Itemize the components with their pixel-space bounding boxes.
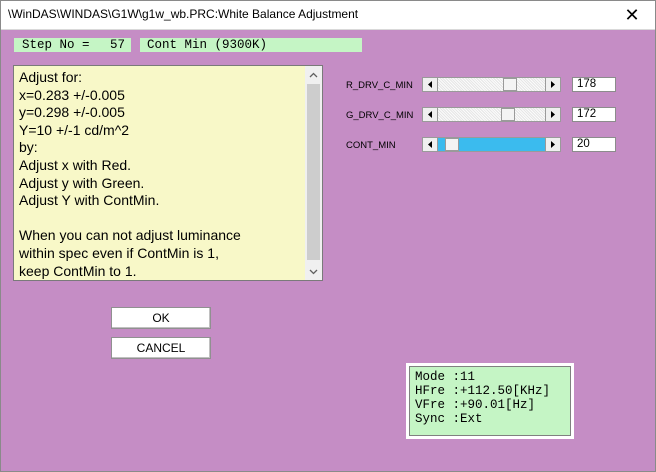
triangle-right-icon [551,81,555,88]
step-label: Step No = [22,38,90,52]
r-drv-c-min-slider[interactable] [422,77,561,92]
g-drv-c-min-slider[interactable] [422,107,561,122]
slider-right-arrow[interactable] [545,78,560,91]
slider-thumb[interactable] [501,108,516,121]
ok-button[interactable]: OK [111,307,211,329]
chevron-down-icon [309,269,318,274]
triangle-right-icon [551,141,555,148]
slider-right-arrow[interactable] [545,108,560,121]
slider-left-arrow[interactable] [423,138,438,151]
slider-left-arrow[interactable] [423,78,438,91]
slider-track[interactable] [438,78,545,91]
status-mode: Mode :11 [415,370,476,384]
instructions-text: Adjust for: x=0.283 +/-0.005 y=0.298 +/-… [19,69,241,279]
step-indicator: Step No = 57 [14,38,131,52]
instructions-scrollbar[interactable] [305,66,322,280]
triangle-left-icon [428,111,432,118]
scroll-thumb[interactable] [307,84,320,260]
triangle-right-icon [551,111,555,118]
scroll-up-button[interactable] [305,66,322,83]
cont-min-label: CONT_MIN [346,140,396,151]
chevron-up-icon [309,72,318,77]
adjustment-mode-text: Cont Min (9300K) [147,38,268,52]
slider-right-arrow[interactable] [545,138,560,151]
slider-thumb[interactable] [503,78,518,91]
slider-left-arrow[interactable] [423,108,438,121]
status-vfreq: VFre :+90.01[Hz] [415,398,536,412]
status-sync: Sync :Ext [415,412,483,426]
scroll-down-button[interactable] [305,263,322,280]
cont-min-slider[interactable] [422,137,561,152]
signal-status-panel: Mode :11 HFre :+112.50[KHz] VFre :+90.01… [406,363,574,439]
adjustment-mode-label: Cont Min (9300K) [140,38,362,52]
close-icon: ✕ [624,4,640,26]
window-title: \WinDAS\WINDAS\G1W\g1w_wb.PRC:White Bala… [8,7,359,21]
close-button[interactable]: ✕ [609,1,655,29]
instructions-textbox[interactable]: Adjust for: x=0.283 +/-0.005 y=0.298 +/-… [13,65,323,281]
g-drv-c-min-value[interactable]: 172 [572,107,616,122]
r-drv-c-min-label: R_DRV_C_MIN [346,80,413,91]
white-balance-window: \WinDAS\WINDAS\G1W\g1w_wb.PRC:White Bala… [0,0,656,472]
status-hfreq: HFre :+112.50[KHz] [415,384,551,398]
signal-status-box: Mode :11 HFre :+112.50[KHz] VFre :+90.01… [409,366,571,436]
slider-thumb[interactable] [445,138,460,151]
triangle-left-icon [428,141,432,148]
triangle-left-icon [428,81,432,88]
title-bar: \WinDAS\WINDAS\G1W\g1w_wb.PRC:White Bala… [1,1,655,30]
cancel-button[interactable]: CANCEL [111,337,211,359]
step-number: 57 [110,38,126,52]
cont-min-value[interactable]: 20 [572,137,616,152]
r-drv-c-min-value[interactable]: 178 [572,77,616,92]
g-drv-c-min-label: G_DRV_C_MIN [346,110,414,121]
slider-track[interactable] [438,108,545,121]
